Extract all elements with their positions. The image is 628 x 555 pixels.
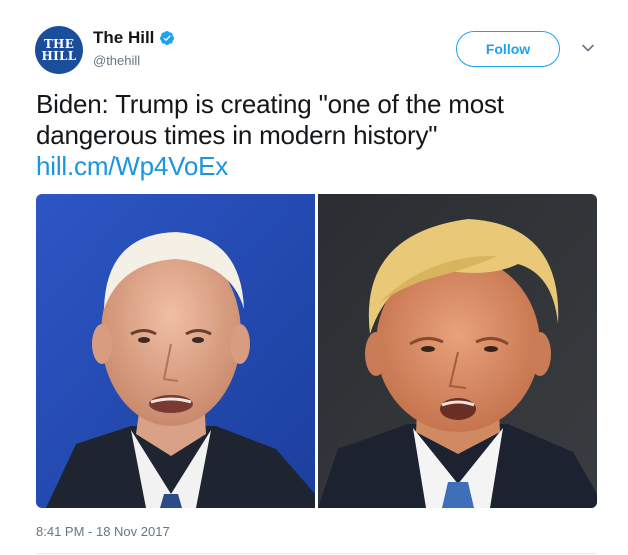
name-row: The Hill xyxy=(93,28,175,48)
display-name[interactable]: The Hill xyxy=(93,28,154,48)
photo-biden[interactable] xyxy=(36,194,315,508)
divider xyxy=(36,553,597,554)
tweet-card: THE HILL The Hill @thehill Follow Biden:… xyxy=(0,0,628,555)
avatar-text-bottom: HILL xyxy=(41,49,77,63)
chevron-down-icon[interactable] xyxy=(581,41,595,55)
follow-button[interactable]: Follow xyxy=(456,31,560,67)
avatar[interactable]: THE HILL xyxy=(35,26,83,74)
tweet-text: Biden: Trump is creating "one of the mos… xyxy=(36,89,586,182)
timestamp[interactable]: 8:41 PM - 18 Nov 2017 xyxy=(36,524,170,540)
verified-badge-icon xyxy=(159,30,175,46)
handle[interactable]: @thehill xyxy=(93,53,175,69)
user-block: The Hill @thehill xyxy=(93,28,175,69)
photo-trump[interactable] xyxy=(318,194,597,508)
tweet-link[interactable]: hill.cm/Wp4VoEx xyxy=(36,151,228,181)
tweet-body: Biden: Trump is creating "one of the mos… xyxy=(36,89,504,150)
media-grid[interactable] xyxy=(36,194,597,508)
